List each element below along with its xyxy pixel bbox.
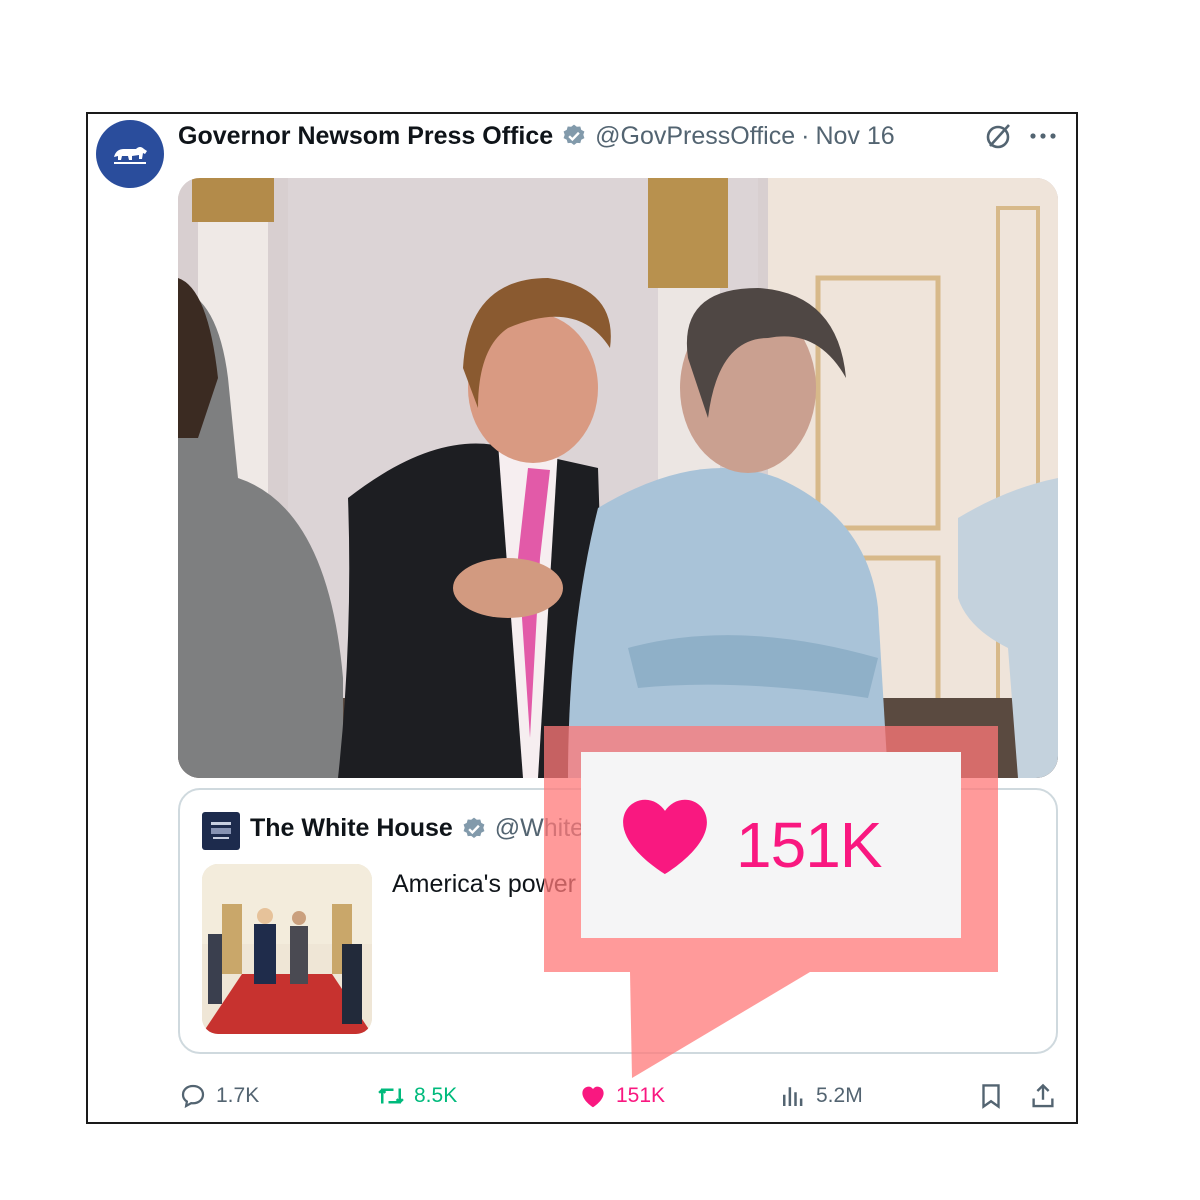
bookmark-icon xyxy=(982,1084,1000,1109)
quoted-author-name[interactable]: The White House xyxy=(250,814,453,843)
heart-icon xyxy=(582,1086,604,1108)
bookmark-button[interactable] xyxy=(976,1078,1006,1114)
reply-count: 1.7K xyxy=(216,1084,260,1107)
grok-icon[interactable] xyxy=(982,120,1014,152)
views-button[interactable]: 5.2M xyxy=(778,1078,863,1114)
california-bear-icon xyxy=(114,147,147,164)
post-media-photo[interactable] xyxy=(178,178,1058,778)
views-count: 5.2M xyxy=(816,1084,863,1107)
views-icon xyxy=(783,1087,803,1106)
repost-button[interactable]: 8.5K xyxy=(376,1078,457,1114)
callout-box: 151K xyxy=(581,752,961,938)
post-date[interactable]: Nov 16 xyxy=(815,122,894,151)
repost-count: 8.5K xyxy=(414,1084,458,1107)
callout-like-count: 151K xyxy=(736,809,882,881)
author-name[interactable]: Governor Newsom Press Office xyxy=(178,122,553,151)
author-handle[interactable]: @GovPressOffice xyxy=(595,122,795,151)
separator-dot: · xyxy=(801,121,810,150)
quoted-post-thumbnail[interactable] xyxy=(202,864,372,1034)
author-avatar[interactable] xyxy=(96,120,164,188)
verified-badge-icon xyxy=(461,816,487,842)
like-count: 151K xyxy=(616,1084,666,1107)
share-button[interactable] xyxy=(1028,1078,1058,1114)
more-icon[interactable] xyxy=(1028,122,1058,150)
verified-badge-icon xyxy=(561,123,587,149)
like-button[interactable]: 151K xyxy=(578,1078,665,1114)
quoted-post-header: The White House @White xyxy=(250,814,584,843)
heart-icon xyxy=(623,799,707,875)
post-header: Governor Newsom Press Office @GovPressOf… xyxy=(178,118,895,154)
action-bar: 1.7K 8.5K 151K 5.2M xyxy=(178,1078,1058,1114)
reply-button[interactable]: 1.7K xyxy=(178,1078,259,1114)
retweet-icon xyxy=(378,1088,404,1104)
share-icon xyxy=(1032,1083,1054,1108)
reply-icon xyxy=(181,1084,205,1109)
quoted-author-avatar[interactable] xyxy=(202,812,240,850)
